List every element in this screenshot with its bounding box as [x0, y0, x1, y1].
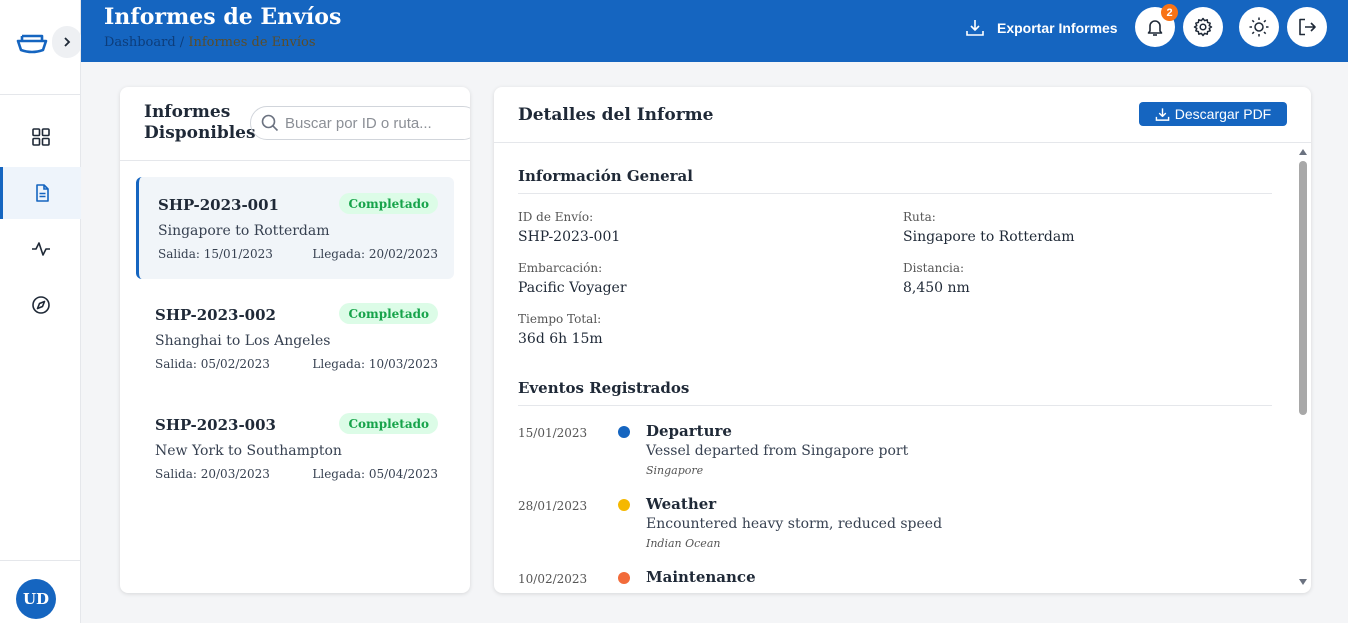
- logo-area: [0, 0, 82, 95]
- sun-icon: [1249, 17, 1269, 37]
- bell-icon: [1147, 20, 1163, 36]
- search-icon: [261, 114, 279, 132]
- scroll-up-arrow-icon[interactable]: [1299, 149, 1307, 155]
- event-marker: [618, 499, 630, 511]
- vessel-value: Pacific Voyager: [518, 280, 627, 296]
- download-pdf-button[interactable]: Descargar PDF: [1139, 102, 1287, 126]
- details-scrollbar[interactable]: [1297, 145, 1309, 591]
- app-root: UD Informes de Envíos Dashboard / Inform…: [0, 0, 1348, 623]
- event-date: 15/01/2023: [518, 426, 588, 440]
- report-arrival: Llegada: 05/04/2023: [312, 467, 438, 481]
- status-badge: Completado: [339, 303, 438, 324]
- report-item[interactable]: SHP-2023-003 Completado New York to Sout…: [136, 397, 454, 499]
- user-area: UD: [0, 560, 81, 623]
- download-icon: [1155, 107, 1170, 121]
- event-location: Singapore: [646, 464, 704, 477]
- compass-icon: [31, 296, 50, 314]
- sidebar-item-reports[interactable]: [0, 167, 81, 219]
- download-icon: [966, 20, 984, 36]
- sidebar-item-activity[interactable]: [0, 223, 81, 275]
- report-arrival: Llegada: 10/03/2023: [312, 357, 438, 371]
- event-type: Departure: [646, 422, 732, 440]
- export-reports-label: Exportar Informes: [997, 20, 1118, 36]
- total-time-label: Tiempo Total:: [518, 312, 602, 326]
- report-route: Shanghai to Los Angeles: [155, 333, 331, 349]
- vessel-label: Embarcación:: [518, 261, 603, 275]
- document-icon: [36, 184, 49, 202]
- event-location: Indian Ocean: [646, 537, 721, 550]
- download-pdf-label: Descargar PDF: [1174, 106, 1272, 122]
- ship-logo-icon: [16, 34, 48, 54]
- activity-icon: [31, 242, 50, 256]
- sidebar-item-dashboard[interactable]: [0, 111, 81, 163]
- report-id: SHP-2023-003: [155, 416, 276, 434]
- breadcrumb-home[interactable]: Dashboard: [104, 35, 176, 50]
- export-reports-button[interactable]: Exportar Informes: [965, 14, 1118, 42]
- event-type: Maintenance: [646, 568, 756, 586]
- report-departure: Salida: 05/02/2023: [155, 357, 270, 371]
- reports-panel: Informes Disponibles SHP-2023-001 Comple…: [120, 87, 470, 593]
- distance-value: 8,450 nm: [903, 280, 970, 296]
- page-title: Informes de Envíos: [104, 4, 342, 30]
- report-item[interactable]: SHP-2023-002 Completado Shanghai to Los …: [136, 287, 454, 389]
- report-arrival: Llegada: 20/02/2023: [312, 247, 438, 261]
- search-input[interactable]: [285, 114, 465, 132]
- report-details-header: Detalles del Informe Descargar PDF: [494, 87, 1311, 143]
- report-id: SHP-2023-001: [158, 196, 279, 214]
- gear-icon: [1193, 17, 1213, 37]
- report-route: New York to Southampton: [155, 443, 342, 459]
- theme-toggle-button[interactable]: [1239, 7, 1279, 47]
- shipment-id-value: SHP-2023-001: [518, 229, 621, 245]
- breadcrumb: Dashboard / Informes de Envíos: [104, 35, 316, 50]
- scroll-down-arrow-icon[interactable]: [1299, 579, 1307, 585]
- reports-panel-header: Informes Disponibles: [120, 87, 470, 161]
- chevron-right-icon: [64, 37, 71, 47]
- search-box[interactable]: [250, 106, 470, 140]
- notification-count-badge: 2: [1161, 4, 1178, 21]
- report-id: SHP-2023-002: [155, 306, 276, 324]
- report-details-panel: Detalles del Informe Descargar PDF Infor…: [494, 87, 1311, 593]
- reports-panel-title: Informes Disponibles: [144, 102, 256, 143]
- report-details-title: Detalles del Informe: [518, 105, 714, 125]
- settings-button[interactable]: [1183, 7, 1223, 47]
- sidebar: UD: [0, 0, 82, 623]
- notifications-button[interactable]: 2: [1135, 4, 1178, 47]
- report-departure: Salida: 20/03/2023: [155, 467, 270, 481]
- divider: [518, 193, 1272, 194]
- status-badge: Completado: [339, 413, 438, 434]
- sidebar-expand-button[interactable]: [52, 26, 82, 58]
- event-description: Encountered heavy storm, reduced speed: [646, 516, 943, 532]
- report-departure: Salida: 15/01/2023: [158, 247, 273, 261]
- total-time-value: 36d 6h 15m: [518, 331, 603, 347]
- avatar[interactable]: UD: [16, 579, 56, 619]
- breadcrumb-separator: /: [175, 35, 189, 50]
- report-route: Singapore to Rotterdam: [158, 223, 330, 239]
- route-label: Ruta:: [903, 210, 936, 224]
- dashboard-grid-icon: [31, 128, 50, 146]
- top-header: Informes de Envíos Dashboard / Informes …: [81, 0, 1348, 62]
- breadcrumb-current: Informes de Envíos: [188, 35, 316, 50]
- distance-label: Distancia:: [903, 261, 965, 275]
- logout-button[interactable]: [1287, 7, 1327, 47]
- general-info-title: Información General: [518, 167, 693, 185]
- report-item[interactable]: SHP-2023-001 Completado Singapore to Rot…: [136, 177, 454, 279]
- scrollbar-thumb[interactable]: [1299, 161, 1307, 415]
- shipment-id-label: ID de Envío:: [518, 210, 594, 224]
- event-date: 10/02/2023: [518, 572, 588, 586]
- sidebar-item-navigation[interactable]: [0, 279, 81, 331]
- event-description: Vessel departed from Singapore port: [646, 443, 909, 459]
- events-title: Eventos Registrados: [518, 379, 690, 397]
- event-date: 28/01/2023: [518, 499, 588, 513]
- divider: [518, 405, 1272, 406]
- logout-icon: [1299, 18, 1316, 36]
- route-value: Singapore to Rotterdam: [903, 229, 1075, 245]
- event-marker: [618, 426, 630, 438]
- event-type: Weather: [646, 495, 717, 513]
- status-badge: Completado: [339, 193, 438, 214]
- event-marker: [618, 572, 630, 584]
